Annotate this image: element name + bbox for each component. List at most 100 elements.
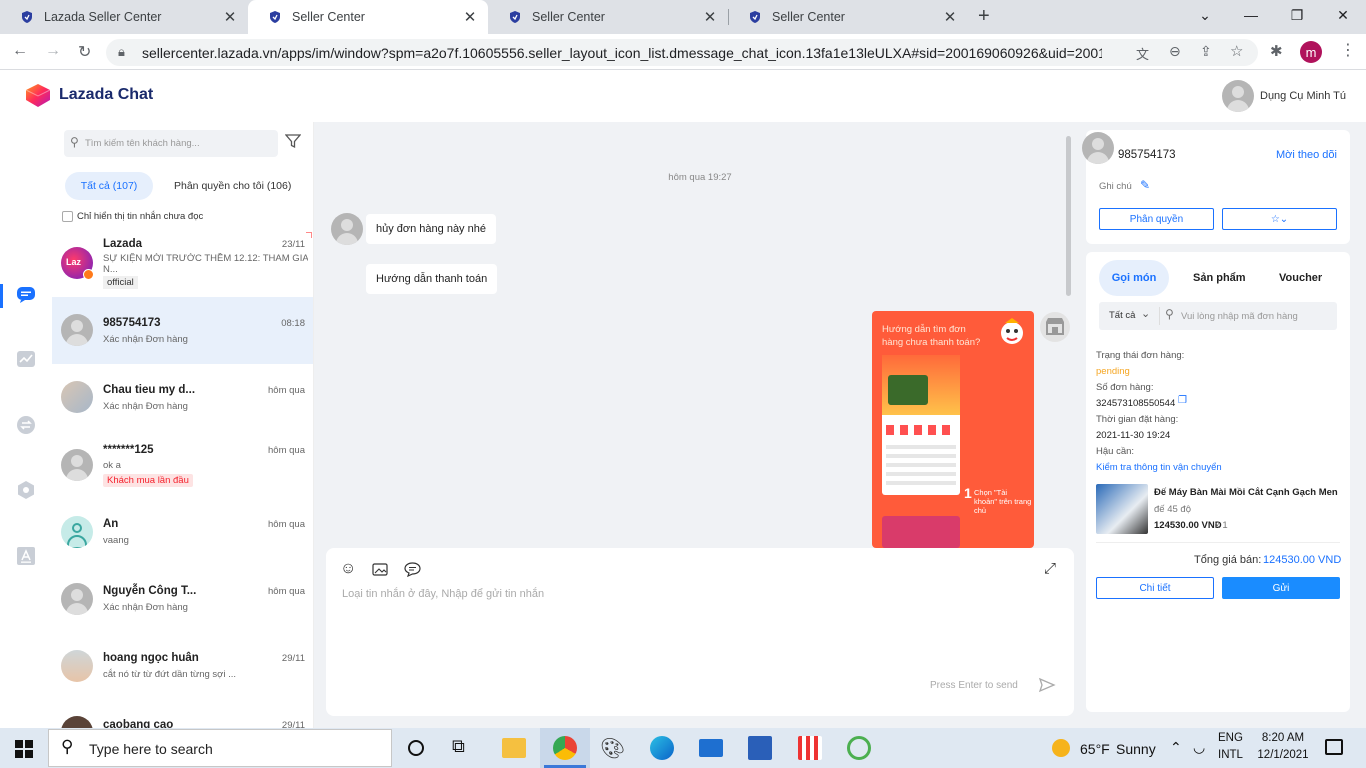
clock-date[interactable]: 12/1/2021 — [1253, 749, 1313, 761]
tab-all-chats[interactable]: Tất cả (107) — [65, 172, 153, 200]
chat-bubble-icon[interactable] — [16, 286, 36, 304]
wifi-icon[interactable]: ◡ — [1193, 739, 1205, 756]
contact-avatar — [61, 516, 93, 548]
mail-icon[interactable] — [699, 739, 723, 757]
image-upload-icon[interactable] — [372, 563, 388, 576]
quick-reply-icon[interactable] — [404, 562, 421, 578]
assign-button[interactable]: Phân quyền — [1099, 208, 1214, 230]
app-green-icon[interactable] — [847, 736, 871, 760]
customer-search-input[interactable]: ⚲ Tìm kiếm tên khách hàng... — [64, 130, 278, 157]
list-item[interactable]: Nguyễn Công T... hôm qua Xác nhận Đơn hà… — [52, 565, 313, 632]
new-tab-button[interactable]: + — [978, 5, 990, 28]
task-view-icon[interactable]: ⧉ — [452, 736, 476, 760]
order-detail-button[interactable]: Chi tiết — [1096, 577, 1214, 599]
total-label: Tổng giá bán: — [1194, 554, 1262, 566]
settings-hexagon-icon[interactable] — [16, 480, 36, 500]
keyboard-layout[interactable]: INTL — [1218, 749, 1243, 761]
seller-name[interactable]: Dụng Cụ Minh Tú — [1260, 90, 1346, 102]
tab-search-chevron-icon[interactable]: ⌄ — [1182, 0, 1228, 30]
contact-avatar — [61, 314, 93, 346]
analytics-icon[interactable] — [16, 350, 36, 368]
chat-scrollbar[interactable] — [1066, 136, 1071, 296]
filter-funnel-icon[interactable] — [284, 133, 302, 149]
list-item[interactable]: hoang ngọc huân 29/11 cắt nó từ từ đứt d… — [52, 632, 313, 699]
edge-icon[interactable] — [650, 736, 674, 760]
invite-follow-link[interactable]: Mời theo dõi — [1276, 149, 1337, 161]
share-icon[interactable]: ⇪ — [1200, 43, 1212, 60]
order-time-value: 2021-11-30 19:24 — [1096, 430, 1171, 441]
rating-star-dropdown[interactable]: ☆⌄ — [1222, 208, 1337, 230]
translate-icon[interactable]: 文 — [1136, 44, 1149, 63]
language-code[interactable]: ENG — [1218, 732, 1243, 744]
list-item[interactable]: Laz Lazada 23/11 SỰ KIỆN MỜI TRƯỚC THỀM … — [52, 230, 313, 297]
message-composer: ☺ ⤢ Loại tin nhắn ở đây, Nhập để gửi tin… — [326, 548, 1074, 716]
list-item[interactable]: 985754173 08:18 Xác nhận Đơn hàng — [52, 297, 313, 364]
close-tab-icon[interactable]: ✕ — [942, 8, 958, 26]
product-price: 124530.00 VND — [1154, 520, 1222, 531]
contact-name: An — [103, 518, 119, 530]
reload-icon[interactable]: ↻ — [78, 42, 91, 62]
close-tab-icon[interactable]: ✕ — [702, 8, 718, 26]
close-tab-icon[interactable]: ✕ — [222, 8, 238, 26]
weather-desc[interactable]: Sunny — [1116, 741, 1156, 757]
forward-arrow-icon[interactable]: → — [45, 42, 61, 60]
list-item[interactable]: caobang cao 29/11 — [52, 699, 313, 728]
product-name[interactable]: Đế Máy Bàn Mài Mồi Cắt Cạnh Gạch Men - .… — [1154, 487, 1340, 498]
store-icon[interactable] — [748, 736, 772, 760]
clock-time[interactable]: 8:20 AM — [1258, 732, 1308, 744]
windows-start-icon[interactable] — [15, 740, 33, 758]
seller-avatar[interactable] — [1222, 80, 1254, 112]
list-item[interactable]: An hôm qua vaang — [52, 498, 313, 565]
extensions-puzzle-icon[interactable]: ✱ — [1270, 42, 1283, 60]
browser-tab[interactable]: Lazada Seller Center ✕ — [0, 0, 248, 34]
conversation-list-panel: ⚲ Tìm kiếm tên khách hàng... Tất cả (107… — [52, 122, 314, 728]
list-item[interactable]: Chau tieu my d... hôm qua Xác nhận Đơn h… — [52, 364, 313, 431]
guide-image-message[interactable]: Hướng dẫn tìm đơn hàng chưa thanh toán? … — [872, 311, 1034, 548]
paint-palette-icon[interactable]: 🎨︎ — [600, 736, 625, 760]
url-text[interactable]: sellercenter.lazada.vn/apps/im/window?sp… — [142, 45, 1102, 61]
close-window-button[interactable]: ✕ — [1320, 0, 1366, 30]
track-shipping-link[interactable]: Kiểm tra thông tin vận chuyển — [1096, 462, 1222, 473]
status-filter-select[interactable]: Tất cả — [1109, 310, 1135, 321]
tab-voucher[interactable]: Voucher — [1279, 272, 1322, 284]
order-number-input[interactable]: Vui lòng nhập mã đơn hàng — [1181, 311, 1298, 322]
browser-tab[interactable]: Seller Center ✕ — [488, 0, 728, 34]
product-thumbnail[interactable] — [1096, 484, 1148, 534]
close-tab-icon[interactable]: ✕ — [462, 8, 478, 26]
minimize-button[interactable]: — — [1228, 0, 1274, 30]
maximize-button[interactable]: ❐ — [1274, 0, 1320, 30]
tab-title: Seller Center — [772, 10, 845, 24]
profile-avatar[interactable]: m — [1300, 41, 1322, 63]
send-order-button[interactable]: Gửi — [1222, 577, 1340, 599]
edit-pencil-icon[interactable]: ✎ — [1140, 178, 1150, 192]
tray-chevron-icon[interactable]: ⌃ — [1170, 739, 1182, 756]
tab-products[interactable]: Sản phẩm — [1193, 272, 1246, 284]
message-input[interactable]: Loại tin nhắn ở đây, Nhập để gửi tin nhắ… — [342, 588, 544, 600]
copy-icon[interactable]: ❐ — [1178, 395, 1187, 406]
zoom-icon[interactable]: ⊖ — [1169, 43, 1181, 60]
notification-center-icon[interactable] — [1325, 739, 1343, 755]
emoji-icon[interactable]: ☺ — [340, 560, 356, 578]
app-icon[interactable] — [798, 736, 822, 760]
contact-name: caobang cao — [103, 719, 174, 728]
browser-tab[interactable]: Seller Center ✕ — [728, 0, 968, 34]
unread-only-checkbox[interactable] — [62, 211, 73, 222]
address-bar[interactable]: 🔒︎ sellercenter.lazada.vn/apps/im/window… — [106, 39, 1258, 66]
expand-icon[interactable]: ⤢ — [1044, 560, 1056, 577]
send-arrow-icon[interactable] — [1038, 677, 1056, 693]
chrome-menu-icon[interactable]: ⋮ — [1340, 40, 1356, 60]
taskbar-search-box[interactable]: ⚲ Type here to search — [48, 729, 392, 767]
chevron-down-icon[interactable]: ⌄ — [1141, 307, 1150, 320]
bookmark-star-icon[interactable]: ☆ — [1230, 42, 1243, 60]
tab-orders[interactable]: Gọi món — [1099, 260, 1169, 296]
text-template-icon[interactable] — [16, 546, 36, 566]
transfer-icon[interactable] — [16, 415, 36, 435]
tab-assigned-to-me[interactable]: Phân quyền cho tôi (106) — [174, 180, 291, 192]
file-explorer-icon[interactable] — [502, 738, 526, 758]
browser-tab-active[interactable]: Seller Center ✕ — [248, 0, 488, 34]
cortana-circle-icon[interactable] — [408, 740, 424, 756]
list-item[interactable]: *******125 hôm qua ok a Khách mua lần đầ… — [52, 431, 313, 498]
taskbar-active-app[interactable] — [540, 728, 590, 768]
weather-temp[interactable]: 65°F — [1080, 741, 1110, 757]
back-arrow-icon[interactable]: ← — [12, 42, 28, 60]
